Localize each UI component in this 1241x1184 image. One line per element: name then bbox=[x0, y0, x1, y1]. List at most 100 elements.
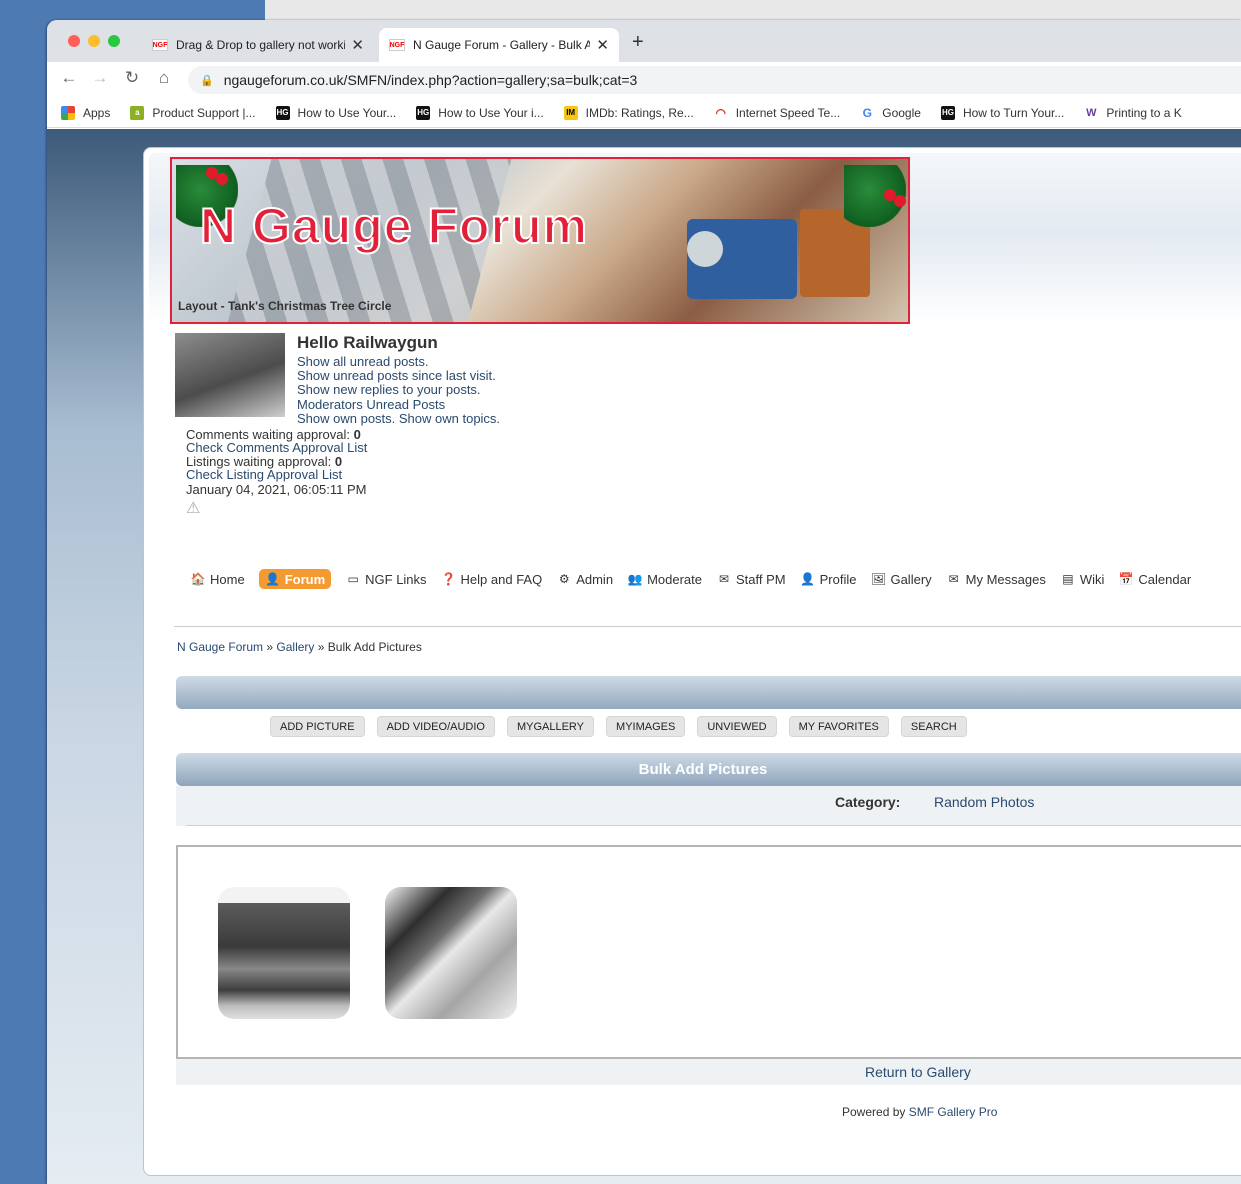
bookmark-google[interactable]: G Google bbox=[860, 105, 921, 120]
link-moderators-unread[interactable]: Moderators Unread Posts bbox=[297, 397, 500, 412]
maximize-window-button[interactable] bbox=[108, 35, 120, 47]
menu-profile[interactable]: 👤 Profile bbox=[800, 569, 857, 589]
close-window-button[interactable] bbox=[68, 35, 80, 47]
forward-arrow-icon[interactable]: → bbox=[88, 68, 112, 88]
myimages-button[interactable]: MYIMAGES bbox=[606, 716, 686, 737]
add-picture-button[interactable]: ADD PICTURE bbox=[270, 716, 365, 737]
add-video-audio-button[interactable]: ADD VIDEO/AUDIO bbox=[376, 716, 495, 737]
bookmark-apps[interactable]: Apps bbox=[61, 105, 110, 120]
reload-icon[interactable]: ↻ bbox=[120, 68, 144, 88]
approval-info: Comments waiting approval: 0 Check Comme… bbox=[186, 428, 367, 496]
close-tab-icon[interactable]: ✕ bbox=[351, 36, 364, 54]
links-icon: ▭ bbox=[347, 572, 359, 586]
banner-title: N Gauge Forum bbox=[199, 197, 589, 255]
category-label: Category: bbox=[835, 794, 901, 810]
powered-by: Powered by SMF Gallery Pro bbox=[842, 1105, 997, 1119]
link-show-all-unread[interactable]: Show all unread posts. bbox=[297, 354, 500, 369]
category-value: Random Photos bbox=[934, 794, 1035, 810]
menu-label: Profile bbox=[819, 571, 857, 587]
user-avatar[interactable] bbox=[175, 333, 285, 417]
google-icon: G bbox=[860, 105, 875, 120]
breadcrumb-gallery[interactable]: Gallery bbox=[276, 640, 314, 654]
tab-title: Drag & Drop to gallery not working bbox=[176, 38, 346, 52]
bookmark-printing[interactable]: W Printing to a K bbox=[1084, 105, 1182, 120]
browser-tab-2-active[interactable]: NGF N Gauge Forum - Gallery - Bulk Add P… bbox=[379, 28, 619, 62]
menu-help[interactable]: ❓ Help and FAQ bbox=[441, 569, 542, 589]
bookmark-speedtest[interactable]: ◠ Internet Speed Te... bbox=[713, 105, 841, 120]
moderate-icon: 👥 bbox=[627, 572, 643, 586]
menu-gallery[interactable]: 🖼 Gallery bbox=[870, 569, 932, 589]
bulk-add-title: Bulk Add Pictures bbox=[638, 761, 768, 778]
gallery-button-row: ADD PICTURE ADD VIDEO/AUDIO MYGALLERY MY… bbox=[270, 716, 979, 737]
browser-tab-1[interactable]: NGF Drag & Drop to gallery not working ✕ bbox=[142, 28, 374, 62]
staff-pm-icon: ✉ bbox=[718, 572, 730, 586]
back-arrow-icon[interactable]: ← bbox=[57, 68, 81, 88]
htg-icon: HG bbox=[416, 105, 431, 120]
smf-gallery-pro-link[interactable]: SMF Gallery Pro bbox=[909, 1105, 998, 1119]
forum-header: N Gauge Forum Layout - Tank's Christmas … bbox=[149, 153, 1241, 553]
admin-gear-icon: ⚙ bbox=[558, 572, 570, 586]
new-tab-plus-icon[interactable]: + bbox=[632, 31, 644, 54]
banner-caption: Layout - Tank's Christmas Tree Circle bbox=[178, 299, 392, 313]
bookmark-htg-1[interactable]: HG How to Use Your... bbox=[275, 105, 396, 120]
product-support-icon: a bbox=[130, 105, 145, 120]
berry-decoration bbox=[216, 173, 228, 185]
browser-toolbar: ← → ↻ ⌂ 🔒 ngaugeforum.co.uk/SMFN/index.p… bbox=[47, 62, 1241, 98]
close-tab-icon[interactable]: ✕ bbox=[596, 36, 609, 54]
menu-forum[interactable]: 👤 Forum bbox=[258, 569, 332, 589]
apps-grid-icon bbox=[61, 105, 75, 120]
category-row: Category: Random Photos bbox=[176, 786, 1241, 826]
forum-banner[interactable]: N Gauge Forum Layout - Tank's Christmas … bbox=[170, 157, 910, 324]
messages-icon: ✉ bbox=[948, 572, 959, 586]
link-unread-since-last-visit[interactable]: Show unread posts since last visit. bbox=[297, 369, 500, 383]
bookmark-label: How to Turn Your... bbox=[962, 105, 1065, 120]
menu-label: Gallery bbox=[890, 571, 932, 587]
warning-triangle-icon[interactable]: ⚠ bbox=[186, 498, 200, 518]
menu-home[interactable]: 🏠 Home bbox=[190, 569, 245, 589]
lock-icon: 🔒 bbox=[200, 74, 214, 87]
bulk-upload-dropzone[interactable] bbox=[176, 845, 1241, 1059]
ngf-favicon-icon: NGF bbox=[152, 39, 168, 51]
upload-thumbnail-2[interactable] bbox=[385, 887, 517, 1019]
my-favorites-button[interactable]: MY FAVORITES bbox=[788, 716, 889, 737]
minimize-window-button[interactable] bbox=[88, 35, 100, 47]
check-listings-link[interactable]: Check Listing Approval List bbox=[186, 468, 367, 481]
address-bar[interactable]: 🔒 ngaugeforum.co.uk/SMFN/index.php?actio… bbox=[188, 66, 1241, 94]
wiki-icon: ▤ bbox=[1062, 572, 1074, 586]
menu-my-messages[interactable]: ✉ My Messages bbox=[946, 569, 1046, 589]
bookmark-htg-2[interactable]: HG How to Use Your i... bbox=[416, 105, 544, 120]
gallery-icon: 🖼 bbox=[870, 572, 887, 586]
search-button[interactable]: SEARCH bbox=[900, 716, 967, 737]
browser-window: NGF Drag & Drop to gallery not working ✕… bbox=[47, 20, 1241, 1184]
bulk-add-title-bar: Bulk Add Pictures bbox=[176, 753, 1241, 786]
menu-moderate[interactable]: 👥 Moderate bbox=[627, 569, 702, 589]
bookmark-htg-3[interactable]: HG How to Turn Your... bbox=[940, 105, 1065, 120]
bookmark-imdb[interactable]: IM IMDb: Ratings, Re... bbox=[563, 105, 694, 120]
help-icon: ❓ bbox=[441, 572, 457, 586]
menu-calendar[interactable]: 📅 Calendar bbox=[1118, 569, 1191, 589]
menu-ngf-links[interactable]: ▭ NGF Links bbox=[345, 569, 426, 589]
bookmark-label: Internet Speed Te... bbox=[735, 105, 841, 120]
ngf-favicon-icon: NGF bbox=[389, 39, 405, 51]
menu-label: My Messages bbox=[965, 571, 1046, 587]
user-info: Hello Railwaygun Show all unread posts. … bbox=[297, 333, 500, 426]
calendar-icon: 📅 bbox=[1118, 572, 1134, 586]
url-text: ngaugeforum.co.uk/SMFN/index.php?action=… bbox=[223, 72, 638, 88]
breadcrumb-forum[interactable]: N Gauge Forum bbox=[177, 640, 263, 654]
menu-admin[interactable]: ⚙ Admin bbox=[556, 569, 613, 589]
unviewed-button[interactable]: UNVIEWED bbox=[697, 716, 777, 737]
link-new-replies[interactable]: Show new replies to your posts. bbox=[297, 383, 500, 397]
home-icon[interactable]: ⌂ bbox=[152, 68, 176, 88]
bookmark-label: Google bbox=[882, 105, 921, 120]
mygallery-button[interactable]: MYGALLERY bbox=[506, 716, 595, 737]
return-to-gallery-link[interactable]: Return to Gallery bbox=[865, 1064, 971, 1080]
imdb-icon: IM bbox=[563, 105, 578, 120]
bookmark-label: How to Use Your i... bbox=[438, 105, 544, 120]
menu-wiki[interactable]: ▤ Wiki bbox=[1060, 569, 1104, 589]
upload-thumbnail-1[interactable] bbox=[218, 887, 350, 1019]
banner-engine-face-decoration bbox=[687, 231, 723, 267]
check-comments-link[interactable]: Check Comments Approval List bbox=[186, 441, 367, 454]
menu-staff-pm[interactable]: ✉ Staff PM bbox=[716, 569, 786, 589]
link-own-posts-topics[interactable]: Show own posts. Show own topics. bbox=[297, 411, 500, 426]
bookmark-product-support[interactable]: a Product Support |... bbox=[130, 105, 256, 120]
